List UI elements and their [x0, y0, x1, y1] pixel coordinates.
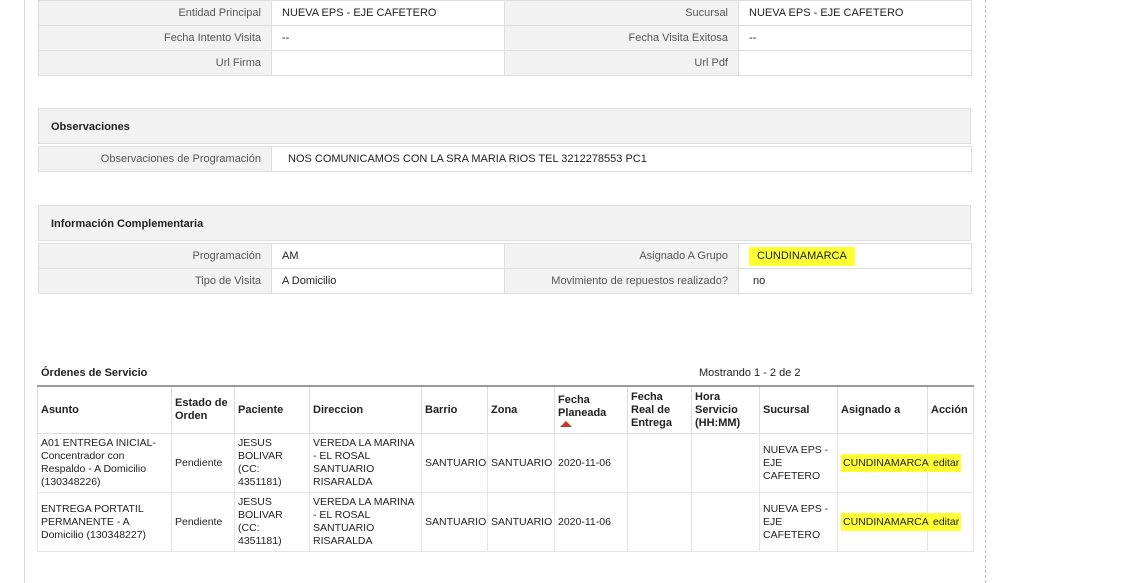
fecha-intento-value: --: [271, 25, 505, 51]
right-dashed-border: [985, 0, 986, 583]
cell-asignado: CUNDINAMARCA: [837, 492, 931, 552]
programacion-value: AM: [271, 243, 505, 269]
col-estado-orden[interactable]: Estado de Orden: [171, 385, 235, 434]
table-row: A01 ENTREGA INICIAL-Concentrador con Res…: [37, 433, 974, 493]
cell-paciente: JESUS BOLIVAR (CC: 4351181): [234, 433, 310, 493]
sort-ascending-icon: [560, 420, 572, 427]
orders-header-row: Asunto Estado de Orden Paciente Direccio…: [37, 385, 974, 434]
cell-asunto: A01 ENTREGA INICIAL-Concentrador con Res…: [37, 433, 172, 493]
observaciones-table: Observaciones de Programación NOS COMUNI…: [38, 146, 972, 172]
url-firma-label: Url Firma: [38, 50, 272, 76]
url-pdf-value: [738, 50, 972, 76]
cell-sucursal: NUEVA EPS - EJE CAFETERO: [759, 433, 838, 493]
col-direccion[interactable]: Direccion: [309, 385, 422, 434]
cell-zona: SANTUARIO: [487, 492, 555, 552]
observaciones-value: NOS COMUNICAMOS CON LA SRA MARIA RIOS TE…: [271, 146, 972, 172]
programacion-label: Programación: [38, 243, 272, 269]
tipo-visita-label: Tipo de Visita: [38, 268, 272, 294]
info-complementaria-header: Información Complementaria: [38, 205, 971, 241]
fecha-exitosa-value: --: [738, 25, 972, 51]
col-hora-servicio[interactable]: Hora Servicio (HH:MM): [691, 385, 760, 434]
details-row: Url Firma Url Pdf: [38, 50, 972, 76]
cell-estado: Pendiente: [171, 433, 235, 493]
cell-hora: [691, 433, 760, 493]
cell-fecha-planeada: 2020-11-06: [554, 433, 628, 493]
cell-accion: editar: [927, 433, 974, 493]
info-row: Tipo de Visita A Domicilio Movimiento de…: [38, 268, 972, 294]
col-accion: Acción: [927, 385, 974, 434]
observaciones-row: Observaciones de Programación NOS COMUNI…: [38, 146, 972, 172]
cell-direccion: VEREDA LA MARINA - EL ROSAL SANTUARIO RI…: [309, 433, 422, 493]
fecha-exitosa-label: Fecha Visita Exitosa: [504, 25, 739, 51]
entidad-principal-value: NUEVA EPS - EJE CAFETERO: [271, 0, 505, 26]
url-pdf-label: Url Pdf: [504, 50, 739, 76]
cell-direccion: VEREDA LA MARINA - EL ROSAL SANTUARIO RI…: [309, 492, 422, 552]
ordenes-servicio-title: Órdenes de Servicio: [41, 367, 148, 379]
cell-hora: [691, 492, 760, 552]
asignado-grupo-cell: CUNDINAMARCA: [738, 243, 972, 269]
details-row: Entidad Principal NUEVA EPS - EJE CAFETE…: [38, 0, 972, 26]
tipo-visita-value: A Domicilio: [271, 268, 505, 294]
movimiento-repuestos-label: Movimiento de repuestos realizado?: [504, 268, 739, 294]
cell-sucursal: NUEVA EPS - EJE CAFETERO: [759, 492, 838, 552]
col-asignado[interactable]: Asignado a: [837, 385, 928, 434]
left-border-line: [24, 0, 25, 583]
asignado-grupo-value: CUNDINAMARCA: [749, 247, 855, 266]
col-barrio[interactable]: Barrio: [421, 385, 488, 434]
cell-accion: editar: [927, 492, 974, 552]
details-table: Entidad Principal NUEVA EPS - EJE CAFETE…: [38, 0, 972, 76]
details-row: Fecha Intento Visita -- Fecha Visita Exi…: [38, 25, 972, 51]
info-row: Programación AM Asignado A Grupo CUNDINA…: [38, 243, 972, 269]
cell-paciente: JESUS BOLIVAR (CC: 4351181): [234, 492, 310, 552]
cell-asignado: CUNDINAMARCA: [837, 433, 931, 493]
col-sucursal[interactable]: Sucursal: [759, 385, 838, 434]
entidad-principal-label: Entidad Principal: [38, 0, 272, 26]
table-row: ENTREGA PORTATIL PERMANENTE - A Domicili…: [37, 492, 974, 552]
cell-fecha-real: [627, 433, 692, 493]
orders-table: Asunto Estado de Orden Paciente Direccio…: [37, 385, 974, 552]
editar-link[interactable]: editar: [931, 453, 962, 472]
editar-link[interactable]: editar: [931, 512, 962, 531]
col-fecha-planeada-label: Fecha Planeada: [558, 393, 607, 419]
sucursal-label: Sucursal: [504, 0, 739, 26]
col-paciente[interactable]: Paciente: [234, 385, 310, 434]
cell-barrio: SANTUARIO: [421, 492, 488, 552]
asignado-value: CUNDINAMARCA: [841, 453, 931, 472]
cell-fecha-planeada: 2020-11-06: [554, 492, 628, 552]
observaciones-label: Observaciones de Programación: [38, 146, 272, 172]
col-asunto[interactable]: Asunto: [37, 385, 172, 434]
cell-fecha-real: [627, 492, 692, 552]
sucursal-value: NUEVA EPS - EJE CAFETERO: [738, 0, 972, 26]
col-zona[interactable]: Zona: [487, 385, 555, 434]
info-table: Programación AM Asignado A Grupo CUNDINA…: [38, 243, 972, 294]
col-fecha-real[interactable]: Fecha Real de Entrega: [627, 385, 692, 434]
pagination-info: Mostrando 1 - 2 de 2: [699, 367, 801, 379]
cell-estado: Pendiente: [171, 492, 235, 552]
cell-barrio: SANTUARIO: [421, 433, 488, 493]
cell-asunto: ENTREGA PORTATIL PERMANENTE - A Domicili…: [37, 492, 172, 552]
observaciones-header: Observaciones: [38, 108, 971, 144]
col-fecha-planeada[interactable]: Fecha Planeada: [554, 385, 628, 434]
cell-zona: SANTUARIO: [487, 433, 555, 493]
asignado-grupo-label: Asignado A Grupo: [504, 243, 739, 269]
url-firma-value: [271, 50, 505, 76]
fecha-intento-label: Fecha Intento Visita: [38, 25, 272, 51]
movimiento-repuestos-value: no: [738, 268, 972, 294]
asignado-value: CUNDINAMARCA: [841, 512, 931, 531]
